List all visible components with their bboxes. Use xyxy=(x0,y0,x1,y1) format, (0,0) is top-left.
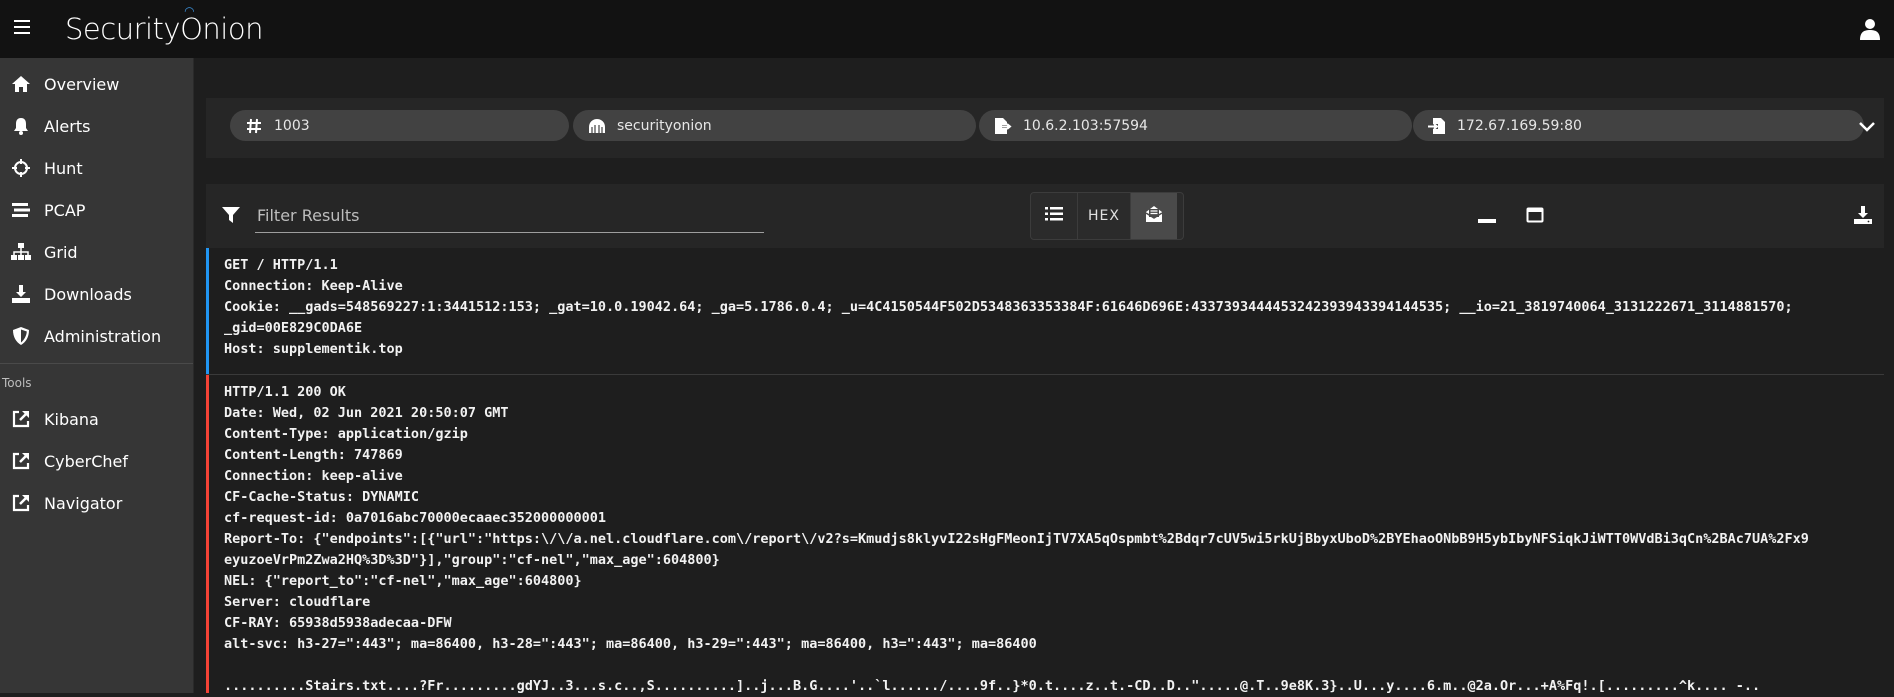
sidebar-item-label: Downloads xyxy=(44,284,132,304)
list-icon xyxy=(1045,207,1063,225)
sidebar: Overview Alerts Hunt PCAP Grid Downloads… xyxy=(0,58,194,693)
minimize-icon[interactable] xyxy=(1476,204,1498,226)
chip-destination[interactable]: 172.67.169.59:80 xyxy=(1413,110,1864,141)
packet-line: alt-svc: h3-27=":443"; ma=86400, h3-28="… xyxy=(224,636,1037,652)
sidebar-item-label: Grid xyxy=(44,242,78,262)
sidebar-item-label: CyberChef xyxy=(44,451,129,471)
file-import-icon xyxy=(1427,117,1447,135)
packet-line: GET / HTTP/1.1 xyxy=(224,257,338,273)
stream-icon xyxy=(10,200,32,220)
brand-logo: Security ◠ Onion xyxy=(65,4,263,46)
packet-line: Connection: Keep-Alive xyxy=(224,278,403,294)
bell-icon xyxy=(10,116,32,136)
sensor-icon xyxy=(587,117,607,135)
chip-source[interactable]: 10.6.2.103:57594 xyxy=(979,110,1412,141)
download-icon[interactable] xyxy=(1852,204,1874,226)
envelope-open-text-icon xyxy=(1145,205,1163,227)
sidebar-item-label: Alerts xyxy=(44,116,91,136)
sidebar-item-label: Administration xyxy=(44,326,162,346)
packet-line: eyuzoeVrPm2Zwa2HQ%3D%3D"}],"group":"cf-n… xyxy=(224,552,720,568)
sidebar-item-downloads[interactable]: Downloads xyxy=(0,273,193,315)
sidebar-item-label: Hunt xyxy=(44,158,83,178)
packet-line: ..........Stairs.txt....?Fr.........gdYJ… xyxy=(224,678,1761,694)
sidebar-item-alerts[interactable]: Alerts xyxy=(0,105,193,147)
packet-line: Report-To: {"endpoints":[{"url":"https:\… xyxy=(224,531,1809,547)
request-packet: GET / HTTP/1.1 Connection: Keep-Alive Co… xyxy=(206,248,1884,374)
packet-line: cf-request-id: 0a7016abc70000ecaaec35200… xyxy=(224,510,607,526)
chip-label: 10.6.2.103:57594 xyxy=(1023,117,1148,134)
chip-label: 1003 xyxy=(274,117,310,134)
sidebar-item-navigator[interactable]: Navigator xyxy=(0,482,193,524)
filter-icon xyxy=(222,206,240,224)
sidebar-item-label: PCAP xyxy=(44,200,86,220)
crosshairs-icon xyxy=(10,158,32,178)
packet-line: Date: Wed, 02 Jun 2021 20:50:07 GMT xyxy=(224,405,509,421)
chip-sensor[interactable]: securityonion xyxy=(573,110,976,141)
packet-line: _gid=00E829C0DA6E xyxy=(224,320,363,336)
transcript-view-button[interactable] xyxy=(1131,193,1177,239)
chip-label: securityonion xyxy=(617,117,712,134)
chip-label: 172.67.169.59:80 xyxy=(1457,117,1582,134)
hash-icon xyxy=(244,117,264,135)
packet-line xyxy=(206,655,1884,676)
external-link-icon xyxy=(10,493,32,513)
results-toolbar: HEX xyxy=(206,184,1884,248)
file-export-icon xyxy=(993,117,1013,135)
packet-line: Connection: keep-alive xyxy=(224,468,403,484)
external-link-icon xyxy=(10,409,32,429)
app-bar: Security ◠ Onion xyxy=(0,0,1894,58)
packet-line: Content-Length: 747869 xyxy=(224,447,403,463)
chip-pcap-id[interactable]: 1003 xyxy=(230,110,569,141)
packet-line: Host: supplementik.top xyxy=(224,341,403,357)
hex-view-button[interactable]: HEX xyxy=(1078,193,1131,239)
sidebar-item-grid[interactable]: Grid xyxy=(0,231,193,273)
packet-line: HTTP/1.1 200 OK xyxy=(224,384,346,400)
external-link-icon xyxy=(10,451,32,471)
sidebar-item-label: Kibana xyxy=(44,409,99,429)
sidebar-item-label: Navigator xyxy=(44,493,123,513)
sidebar-item-label: Overview xyxy=(44,74,120,94)
view-mode-toggle: HEX xyxy=(1030,192,1184,240)
response-packet: HTTP/1.1 200 OK Date: Wed, 02 Jun 2021 2… xyxy=(206,375,1884,694)
request-indicator xyxy=(206,248,209,374)
sidebar-item-hunt[interactable]: Hunt xyxy=(0,147,193,189)
list-view-button[interactable] xyxy=(1031,193,1078,239)
connection-chips-bar: 1003 securityonion 10.6.2.103:57594 172.… xyxy=(206,98,1884,158)
main-content: 1003 securityonion 10.6.2.103:57594 172.… xyxy=(194,58,1894,694)
home-icon xyxy=(10,74,32,94)
chevron-down-icon[interactable] xyxy=(1858,118,1876,132)
brand-name: Security xyxy=(65,12,181,46)
packet-line: CF-Cache-Status: DYNAMIC xyxy=(224,489,420,505)
packet-line: Server: cloudflare xyxy=(224,594,371,610)
sidebar-item-pcap[interactable]: PCAP xyxy=(0,189,193,231)
tools-heading: Tools xyxy=(2,376,32,390)
user-icon[interactable] xyxy=(1860,18,1880,40)
window-icon[interactable] xyxy=(1524,204,1546,226)
packet-line: Content-Type: application/gzip xyxy=(224,426,468,442)
shield-icon xyxy=(10,326,32,346)
sidebar-item-kibana[interactable]: Kibana xyxy=(0,398,193,440)
menu-icon[interactable] xyxy=(14,20,30,36)
packet-line: NEL: {"report_to":"cf-nel","max_age":604… xyxy=(224,573,582,589)
download-icon xyxy=(10,284,32,304)
filter-input[interactable] xyxy=(255,198,764,233)
packet-transcript: GET / HTTP/1.1 Connection: Keep-Alive Co… xyxy=(206,248,1884,694)
packet-line: Cookie: __gads=548569227:1:3441512:153; … xyxy=(224,299,1793,315)
response-indicator xyxy=(206,375,209,693)
packet-line: CF-RAY: 65938d5938adecaa-DFW xyxy=(224,615,452,631)
sidebar-divider xyxy=(0,363,193,364)
onion-swirl-icon: ◠ O xyxy=(180,4,203,46)
sidebar-item-administration[interactable]: Administration xyxy=(0,315,193,357)
sidebar-item-overview[interactable]: Overview xyxy=(0,63,193,105)
brand-suffix: nion xyxy=(202,12,263,46)
sidebar-item-cyberchef[interactable]: CyberChef xyxy=(0,440,193,482)
sitemap-icon xyxy=(10,242,32,262)
